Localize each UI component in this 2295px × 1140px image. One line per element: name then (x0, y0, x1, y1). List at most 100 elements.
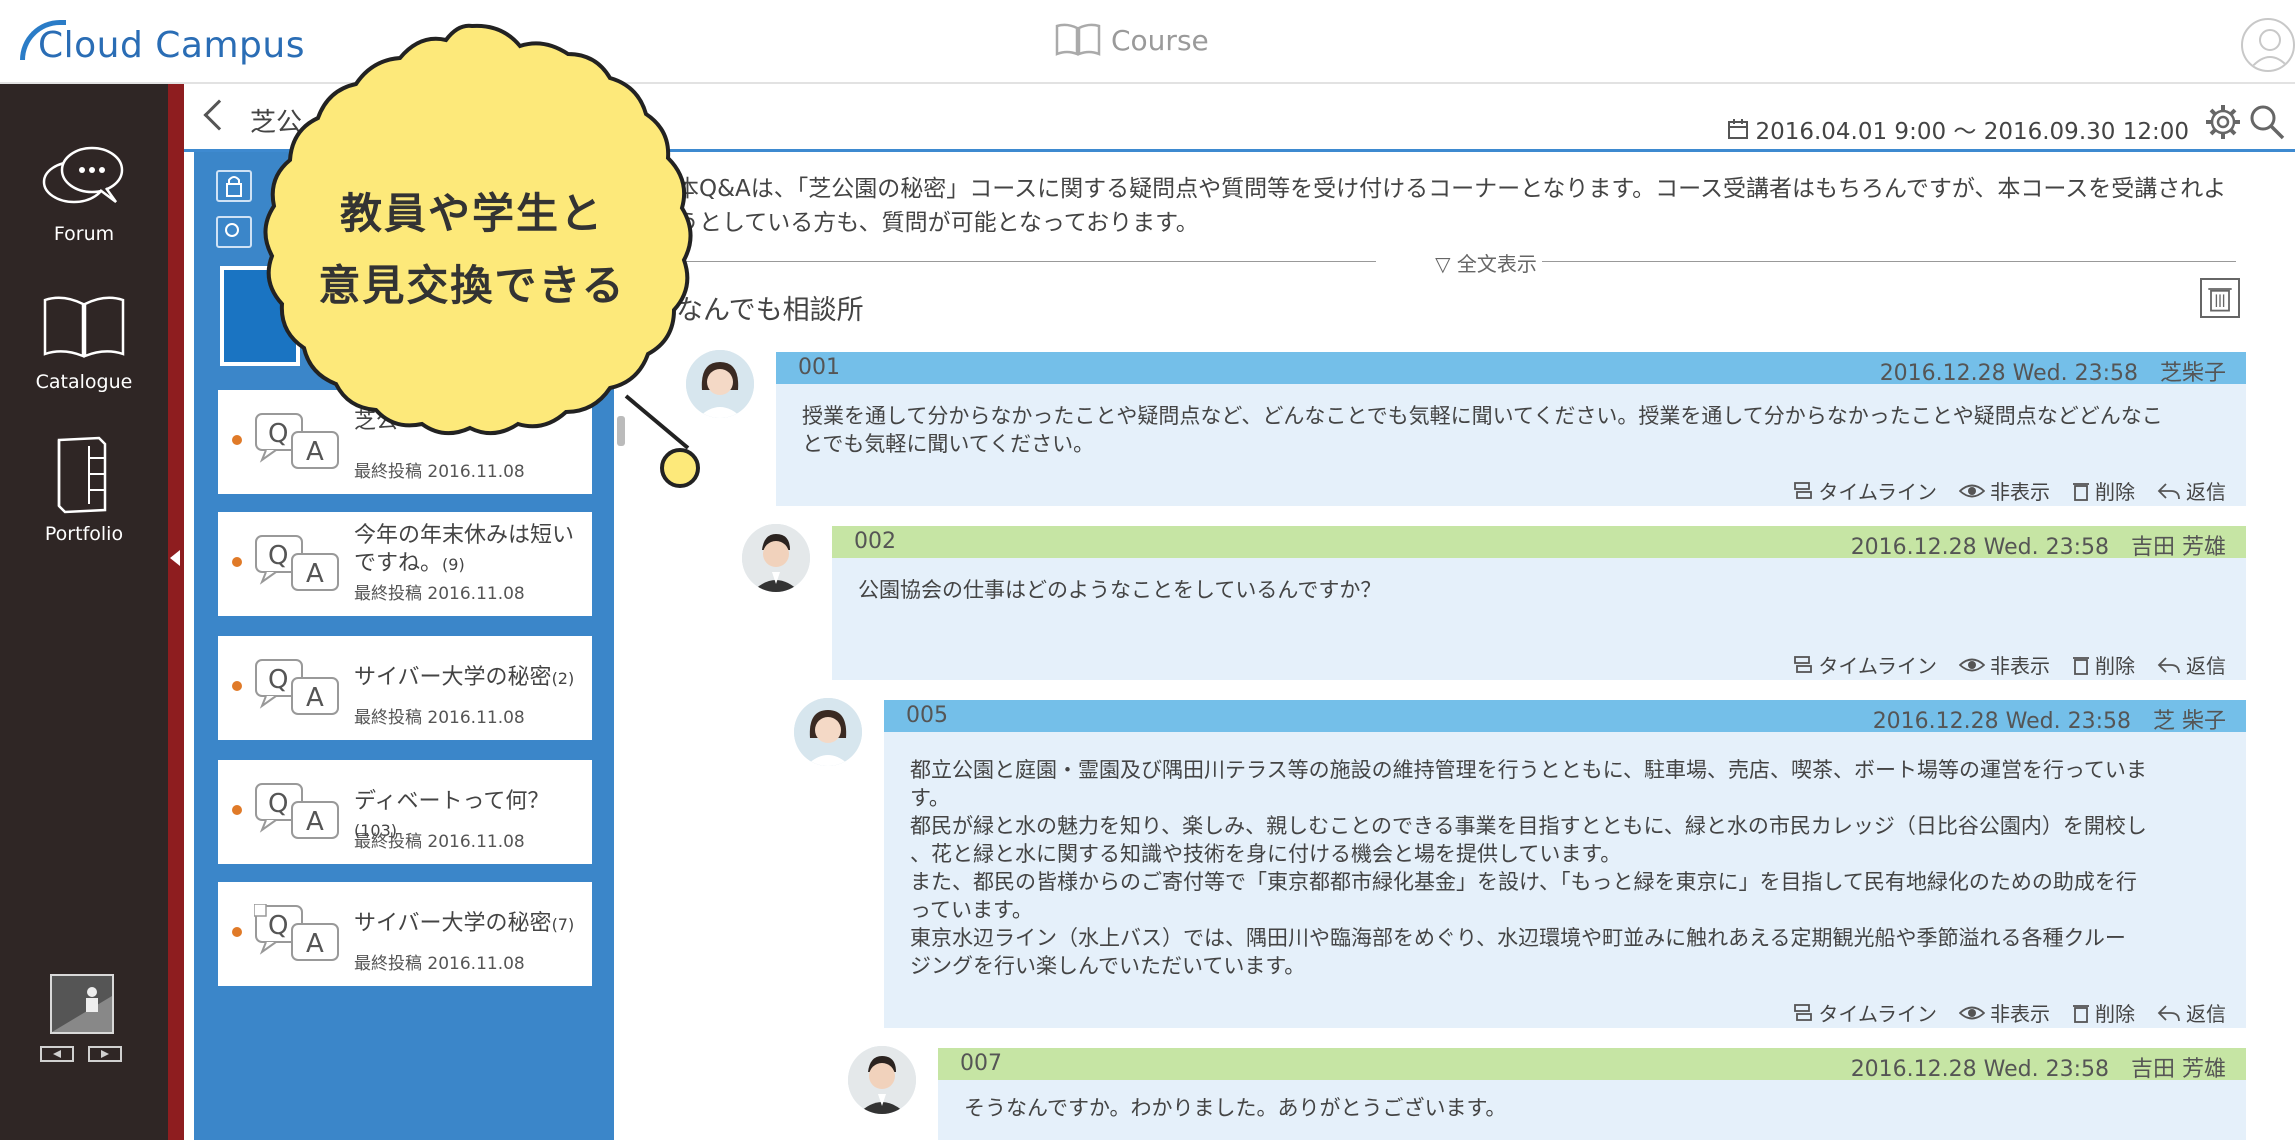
left-navigation: Forum Catalogue Portfolio (0, 84, 168, 1140)
svg-text:Q: Q (268, 665, 288, 695)
open-book-icon (43, 296, 125, 358)
delete-button[interactable]: 削除 (2072, 476, 2135, 505)
post-text: 授業を通して分からなかったことや疑問点など、どんなことでも気軽に聞いてください。… (802, 404, 2163, 456)
unread-dot (232, 927, 242, 937)
eye-icon (1959, 658, 1985, 671)
post-header: 007 2016.12.28 Wed. 23:58 吉田 芳雄 (938, 1048, 2246, 1082)
nav-catalogue[interactable]: Catalogue (0, 292, 168, 393)
timeline-button[interactable]: タイムライン (1793, 476, 1937, 505)
svg-text:A: A (306, 807, 324, 837)
svg-text:A: A (306, 559, 324, 589)
post-header: 001 2016.12.28 Wed. 23:58 芝柴子 (776, 352, 2246, 386)
avatar[interactable] (742, 524, 810, 592)
post-datetime-author: 2016.12.28 Wed. 23:58 吉田 芳雄 (1850, 1057, 2226, 1082)
post-text: 公園協会の仕事はどのようなことをしているんですか？ (858, 578, 1382, 602)
show-full-text[interactable]: ▽ 全文表示 (676, 246, 2236, 276)
eye-icon (1959, 1006, 1985, 1019)
back-chevron-icon[interactable] (203, 99, 235, 131)
trash-icon[interactable] (2200, 278, 2240, 318)
thread-card[interactable]: QA サイバー大学の秘密(2) 最終投稿 2016.11.08 (218, 636, 592, 740)
course-period: 2016.04.01 9:00 ～ 2016.09.30 12:00 (1727, 112, 2189, 146)
thread-last-post: 最終投稿 2016.11.08 (354, 708, 525, 728)
post-datetime-author: 2016.12.28 Wed. 23:58 芝柴子 (1879, 361, 2226, 386)
reply-arrow-icon (2157, 482, 2180, 499)
binder-icon (57, 436, 107, 514)
locked-qa-bubbles-icon: QA (254, 904, 339, 961)
reply-button[interactable]: 返信 (2157, 476, 2226, 505)
delete-button[interactable]: 削除 (2072, 650, 2135, 679)
avatar[interactable] (848, 1046, 916, 1114)
next-page-button[interactable] (88, 1046, 122, 1062)
post-number: 005 (906, 703, 948, 728)
trash-icon (2073, 656, 2089, 675)
qa-bubbles-icon: QA (255, 659, 339, 715)
thread-last-post: 最終投稿 2016.11.08 (354, 832, 525, 852)
thread-title: サイバー大学の秘密(2) (354, 665, 575, 690)
svg-text:A: A (306, 683, 324, 713)
prev-page-button[interactable] (40, 1046, 74, 1062)
nav-forum[interactable]: Forum (0, 144, 168, 245)
nav-portfolio[interactable]: Portfolio (0, 434, 168, 545)
thread-card[interactable]: QA ディベートって何？(103) 最終投稿 2016.11.08 (218, 760, 592, 864)
post-header: 005 2016.12.28 Wed. 23:58 芝 柴子 (884, 700, 2246, 734)
unread-dot (232, 557, 242, 567)
speech-bubbles-icon (42, 146, 124, 204)
post-text: 都立公園と庭園・霊園及び隅田川テラス等の施設の維持管理を行うとともに、駐車場、売… (910, 758, 2147, 978)
post-005: 005 2016.12.28 Wed. 23:58 芝 柴子 都立公園と庭園・霊… (794, 698, 2246, 1034)
reply-arrow-icon (2157, 1004, 2180, 1021)
post-datetime-author: 2016.12.28 Wed. 23:58 芝 柴子 (1872, 709, 2226, 734)
hide-button[interactable]: 非表示 (1959, 476, 2050, 505)
thread-last-post: 最終投稿 2016.11.08 (354, 954, 525, 974)
post-number: 001 (798, 355, 840, 380)
unread-dot (232, 805, 242, 815)
timeline-icon (1794, 481, 1813, 499)
course-nav[interactable]: Course (1055, 22, 1209, 58)
trash-icon (2073, 1004, 2089, 1023)
svg-text:Q: Q (268, 911, 288, 941)
post-actions: タイムライン 非表示 削除 返信 (1793, 476, 2226, 505)
gear-icon[interactable] (2205, 104, 2241, 140)
reply-button[interactable]: 返信 (2157, 650, 2226, 679)
nav-forum-label: Forum (53, 223, 115, 245)
post-actions: タイムライン 非表示 削除 返信 (1793, 998, 2226, 1027)
qa-bubbles-icon: QA (255, 783, 339, 839)
nav-collapse-strip[interactable] (168, 84, 184, 1140)
show-full-text-label: ▽ 全文表示 (1435, 252, 1537, 276)
delete-button[interactable]: 削除 (2072, 998, 2135, 1027)
period-text: 2016.04.01 9:00 ～ 2016.09.30 12:00 (1755, 119, 2189, 145)
post-text: そうなんですか。わかりました。ありがとうございます。 (964, 1096, 1507, 1120)
timeline-button[interactable]: タイムライン (1793, 998, 1937, 1027)
post-header: 002 2016.12.28 Wed. 23:58 吉田 芳雄 (832, 526, 2246, 560)
qa-bubbles-icon: QA (255, 535, 339, 591)
post-body: そうなんですか。わかりました。ありがとうございます。 (938, 1080, 2246, 1140)
post-body: 都立公園と庭園・霊園及び隅田川テラス等の施設の維持管理を行うとともに、駐車場、売… (884, 732, 2246, 1028)
avatar[interactable] (794, 698, 862, 766)
trash-icon (2073, 482, 2089, 501)
calendar-icon (1728, 119, 1749, 139)
forum-description: 本Q&Aは、「芝公園の秘密」コースに関する疑問点や質問等を受け付けるコーナーとな… (676, 176, 2227, 236)
collapse-arrow-icon[interactable] (170, 550, 180, 566)
presentation-screen-icon[interactable] (50, 974, 114, 1034)
unread-dot (232, 681, 242, 691)
hide-button[interactable]: 非表示 (1959, 650, 2050, 679)
svg-text:Q: Q (268, 789, 288, 819)
thread-card[interactable]: QA 今年の年末休みは短いですね。(9) 最終投稿 2016.11.08 (218, 512, 592, 616)
callout-text: 教員や学生と 意見交換できる (318, 189, 626, 310)
timeline-icon (1794, 655, 1813, 673)
svg-text:Q: Q (268, 541, 288, 571)
search-icon[interactable] (2249, 104, 2285, 140)
user-avatar[interactable] (2241, 18, 2295, 72)
svg-text:A: A (306, 929, 324, 959)
post-datetime-author: 2016.12.28 Wed. 23:58 吉田 芳雄 (1850, 535, 2226, 560)
thread-title: サイバー大学の秘密(7) (354, 911, 575, 936)
user-icon (2250, 29, 2290, 69)
timeline-button[interactable]: タイムライン (1793, 650, 1937, 679)
teacher-board-icon (52, 976, 112, 1032)
reply-button[interactable]: 返信 (2157, 998, 2226, 1027)
thread-card[interactable]: QA サイバー大学の秘密(7) 最終投稿 2016.11.08 (218, 882, 592, 986)
post-007: 007 2016.12.28 Wed. 23:58 吉田 芳雄 そうなんですか。… (848, 1046, 2246, 1140)
eye-icon (1959, 484, 1985, 497)
hide-button[interactable]: 非表示 (1959, 998, 2050, 1027)
timeline-icon (1794, 1003, 1813, 1021)
thread-title: 今年の年末休みは短いですね。(9) (354, 523, 575, 576)
